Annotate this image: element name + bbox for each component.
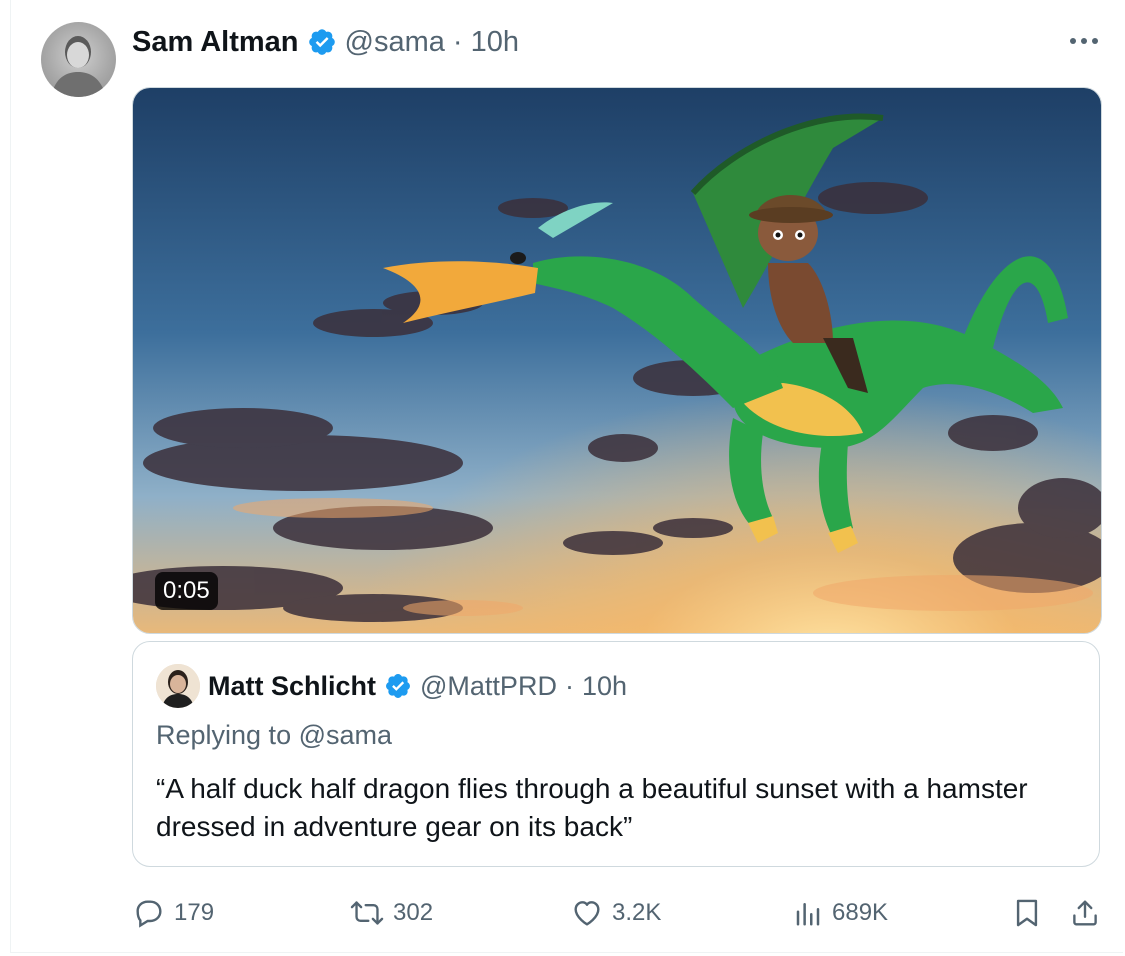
video-thumbnail	[133, 88, 1101, 633]
quoted-author-avatar[interactable]	[156, 664, 200, 708]
like-count: 3.2K	[612, 899, 662, 926]
more-icon[interactable]	[1069, 26, 1099, 56]
header-separator: ·	[452, 25, 463, 58]
quoted-verified-badge-icon	[384, 672, 412, 700]
quoted-author-handle[interactable]: @MattPRD	[420, 671, 557, 702]
share-icon	[1070, 897, 1100, 929]
like-button[interactable]: 3.2K	[571, 893, 661, 933]
views-button[interactable]: 689K	[793, 893, 888, 933]
quoted-tweet-header: Matt Schlicht @MattPRD · 10h	[156, 664, 627, 708]
reply-icon	[133, 897, 165, 929]
verified-badge-icon	[307, 27, 337, 57]
quoted-tweet-time[interactable]: 10h	[582, 671, 627, 702]
bookmark-icon	[1013, 897, 1041, 929]
share-button[interactable]	[1070, 893, 1100, 933]
quoted-author-name[interactable]: Matt Schlicht	[208, 671, 376, 702]
tweet-time[interactable]: 10h	[471, 26, 519, 59]
video-duration-badge: 0:05	[155, 572, 218, 610]
replying-to: Replying to @sama	[156, 720, 393, 750]
retweet-button[interactable]: 302	[350, 893, 433, 933]
heart-icon	[571, 897, 603, 929]
author-name[interactable]: Sam Altman	[132, 26, 299, 59]
retweet-icon	[350, 897, 384, 929]
tweet-header: Sam Altman @sama · 10h	[132, 22, 519, 62]
view-count: 689K	[832, 899, 889, 926]
author-handle[interactable]: @sama	[345, 26, 445, 59]
quoted-tweet-text: “A half duck half dragon flies through a…	[156, 773, 1028, 842]
quoted-tweet[interactable]: Matt Schlicht @MattPRD · 10h Replying to…	[132, 641, 1100, 867]
quoted-header-separator: ·	[564, 670, 574, 701]
video-player[interactable]: 0:05	[132, 87, 1102, 634]
author-avatar[interactable]	[41, 22, 116, 97]
analytics-icon	[793, 898, 823, 928]
reply-count: 179	[174, 899, 215, 926]
bookmark-button[interactable]	[1013, 893, 1041, 933]
reply-button[interactable]: 179	[133, 893, 214, 933]
retweet-count: 302	[393, 899, 434, 926]
